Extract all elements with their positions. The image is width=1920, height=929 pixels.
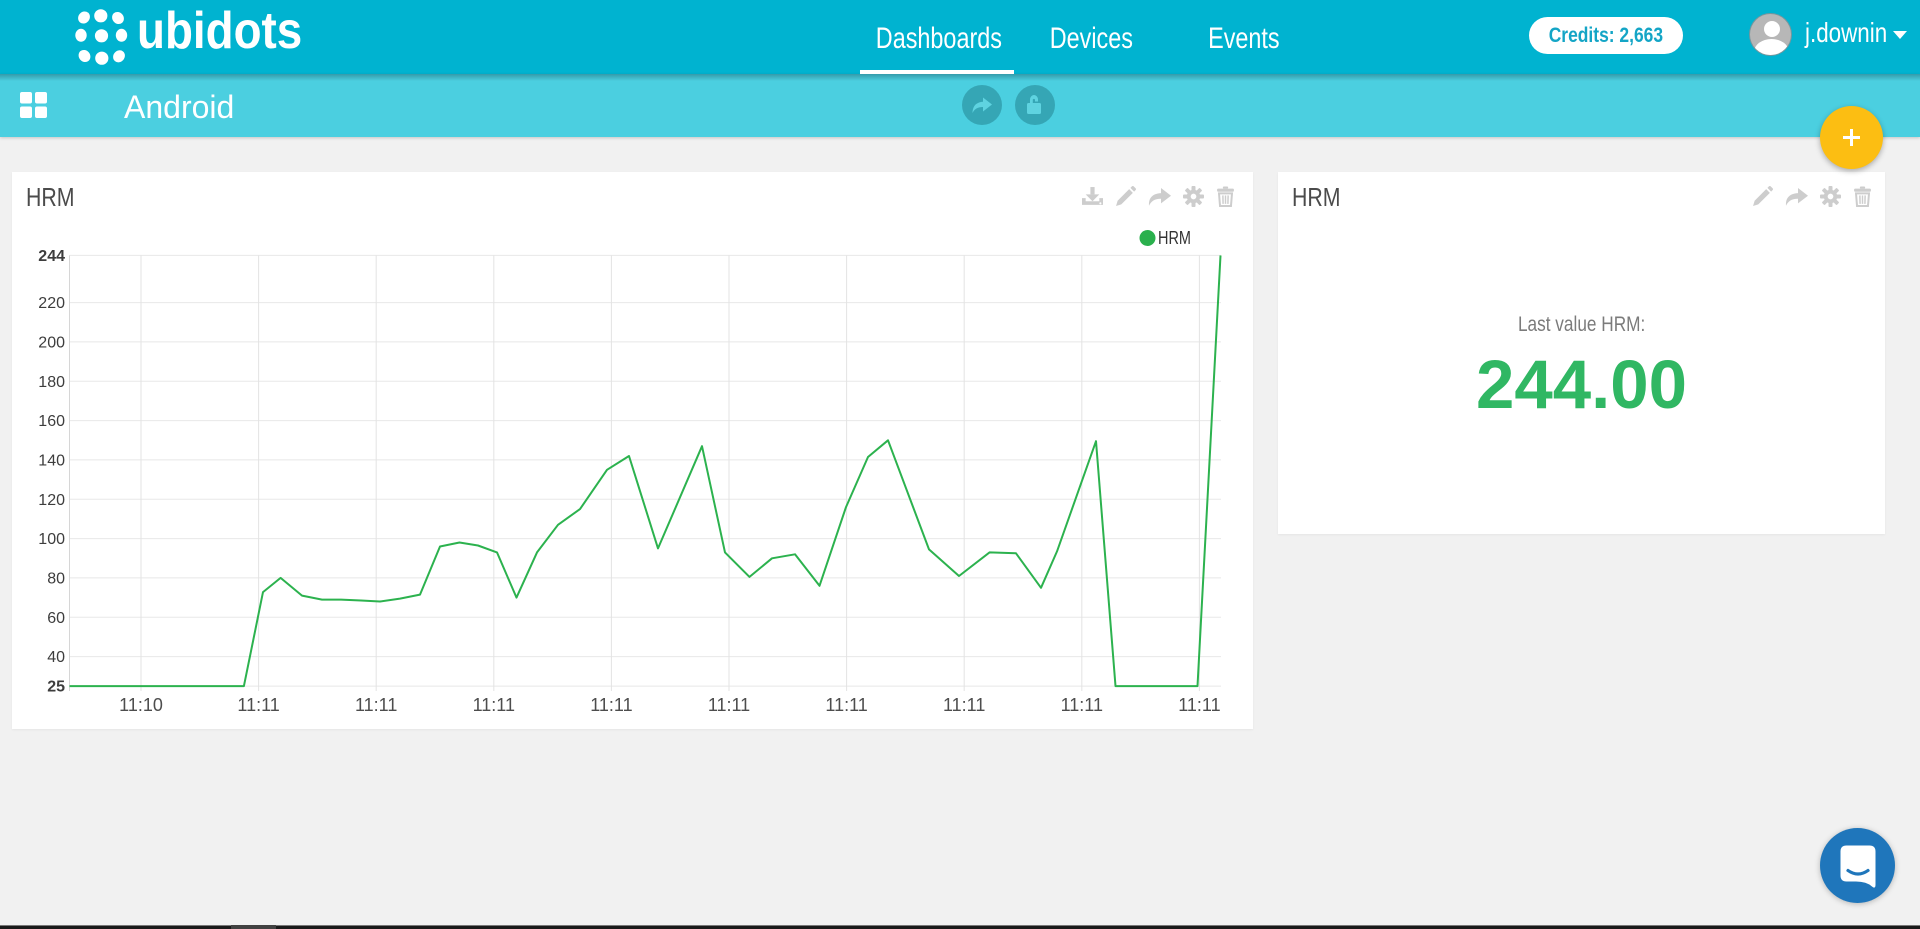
- svg-text:140: 140: [38, 453, 65, 470]
- svg-text:80: 80: [47, 571, 65, 588]
- svg-text:11:11: 11:11: [355, 695, 397, 715]
- svg-text:100: 100: [38, 531, 65, 548]
- svg-text:11:11: 11:11: [473, 695, 515, 715]
- svg-text:11:11: 11:11: [590, 695, 632, 715]
- svg-text:40: 40: [47, 649, 65, 666]
- svg-text:11:11: 11:11: [943, 695, 985, 715]
- svg-text:160: 160: [38, 413, 65, 430]
- svg-text:HRM: HRM: [1158, 228, 1191, 248]
- svg-text:200: 200: [38, 335, 65, 352]
- svg-text:120: 120: [38, 492, 65, 509]
- svg-text:11:11: 11:11: [708, 695, 750, 715]
- svg-text:11:11: 11:11: [237, 695, 279, 715]
- svg-text:11:11: 11:11: [1061, 695, 1103, 715]
- svg-text:180: 180: [38, 374, 65, 391]
- svg-text:11:10: 11:10: [119, 695, 163, 715]
- svg-text:244: 244: [38, 248, 65, 265]
- svg-text:11:11: 11:11: [825, 695, 867, 715]
- svg-text:11:11: 11:11: [1178, 695, 1220, 715]
- svg-text:220: 220: [38, 295, 65, 312]
- svg-text:60: 60: [47, 610, 65, 627]
- svg-text:25: 25: [47, 679, 65, 696]
